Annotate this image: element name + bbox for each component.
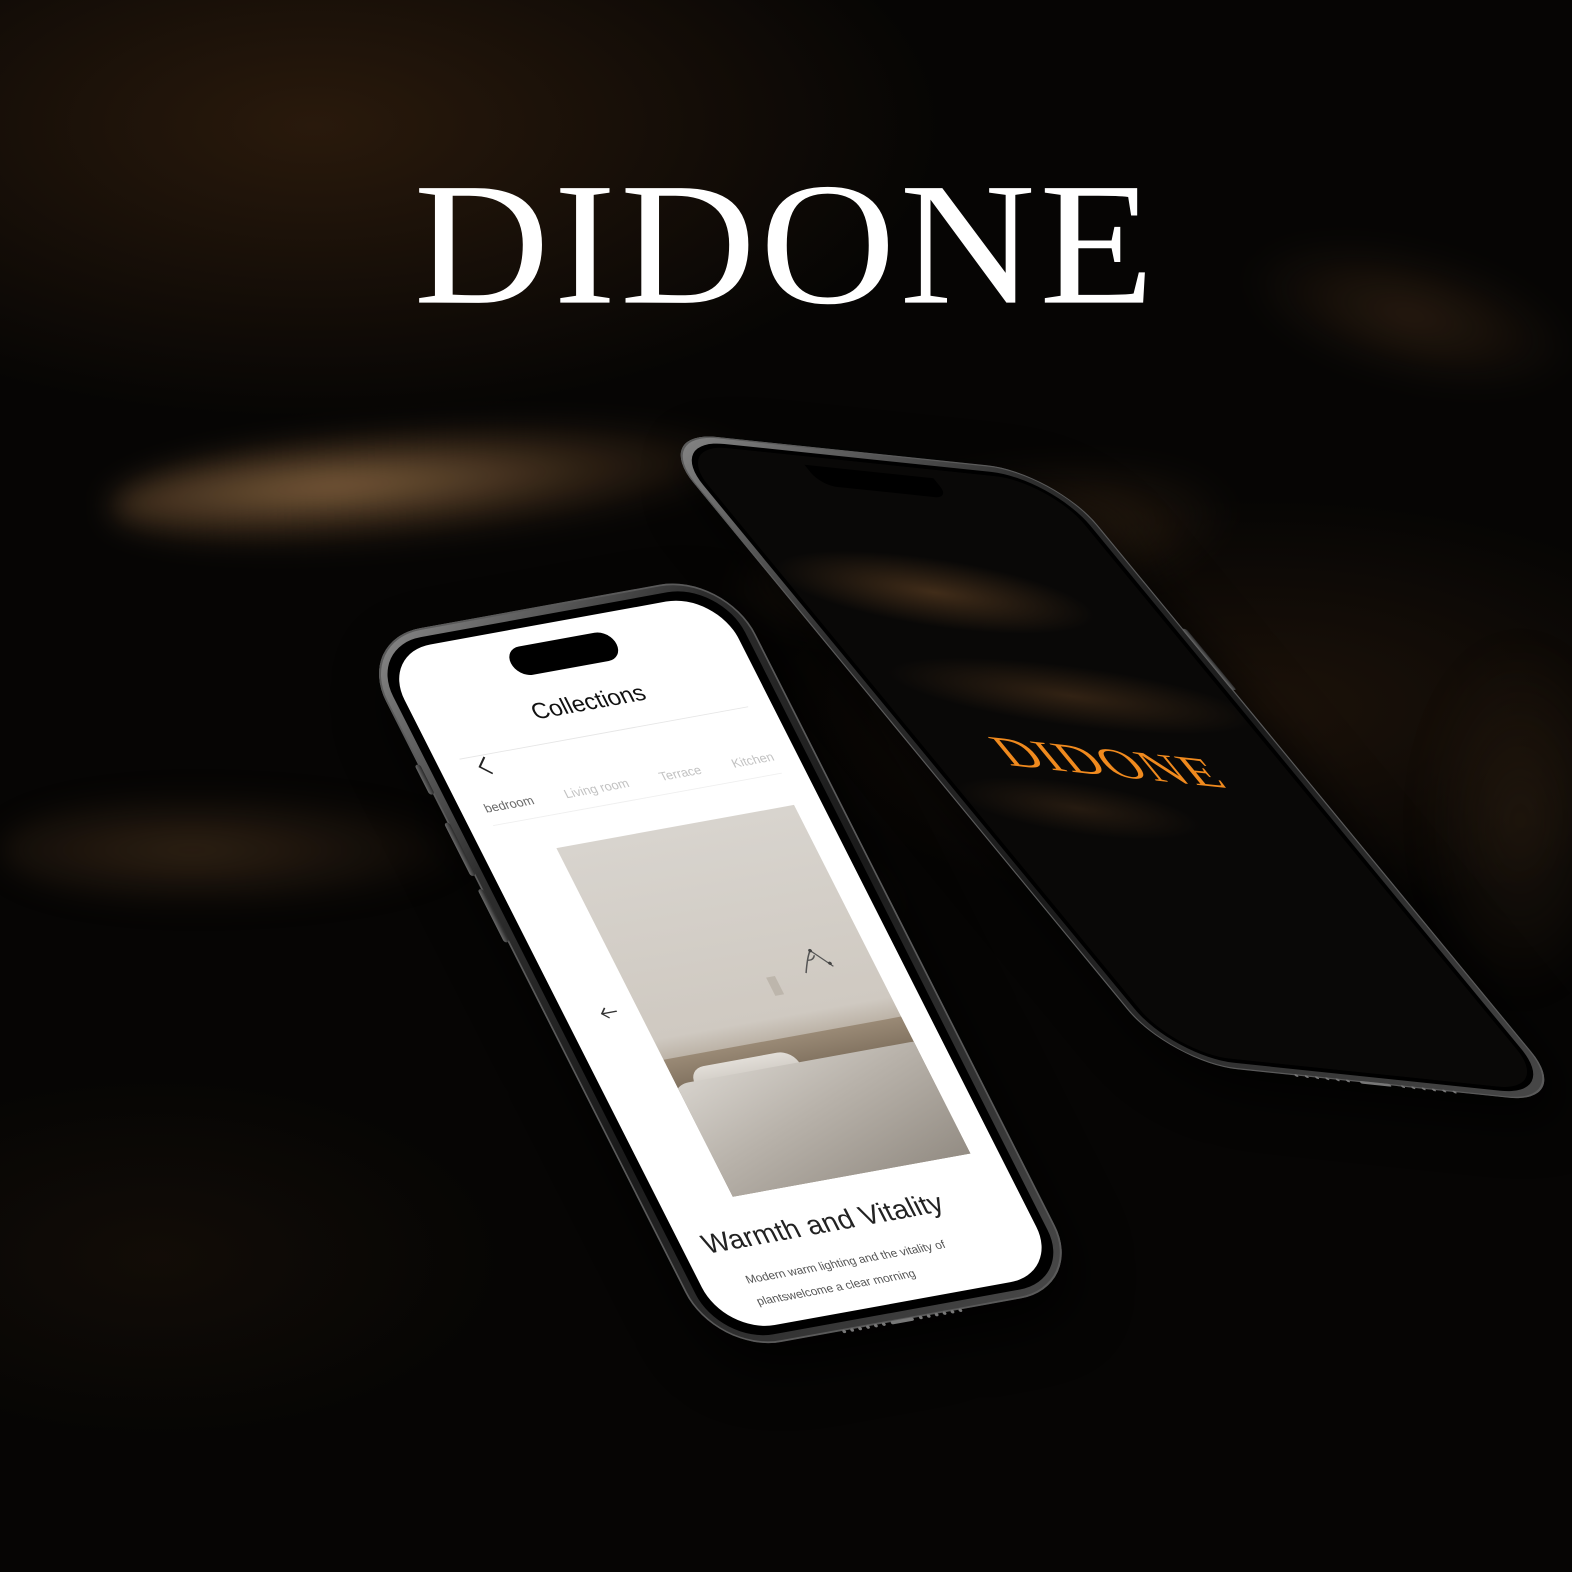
light-streak xyxy=(106,407,754,563)
photo-lamp xyxy=(766,976,785,996)
splash-logo: DIDONE xyxy=(977,726,1239,798)
dynamic-island xyxy=(503,630,624,678)
brand-title: DIDONE xyxy=(413,146,1159,341)
light-streak xyxy=(0,790,480,910)
arrow-left-icon[interactable] xyxy=(593,1001,624,1025)
chevron-left-icon[interactable] xyxy=(468,753,502,779)
tab-living-room[interactable]: Living room xyxy=(561,776,637,812)
plant-icon xyxy=(805,948,834,974)
screen-title: Collections xyxy=(525,679,651,725)
front-camera-notch xyxy=(804,464,951,499)
